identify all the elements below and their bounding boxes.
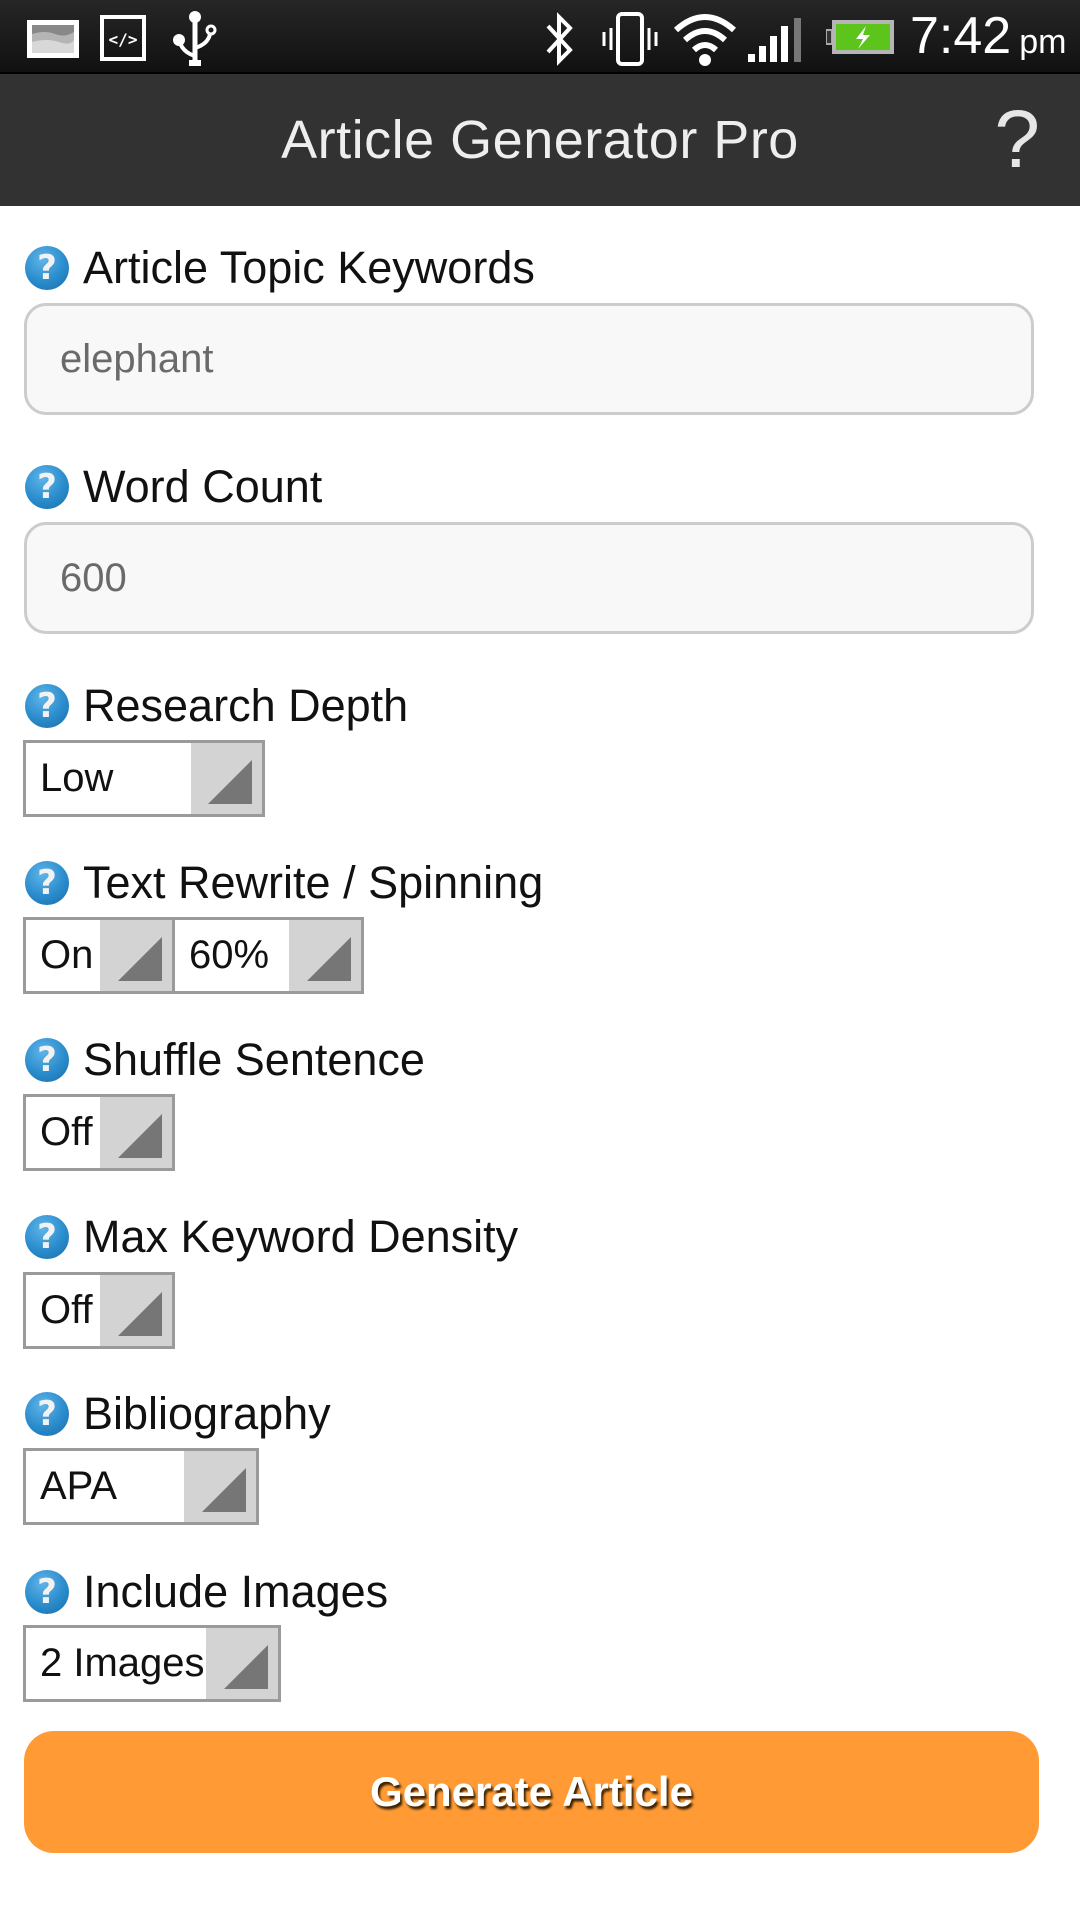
help-icon[interactable]: ? bbox=[25, 1038, 69, 1082]
keyword-density-label: ? Max Keyword Density bbox=[25, 1211, 519, 1262]
usb-icon bbox=[173, 11, 217, 66]
help-icon[interactable]: ? bbox=[25, 246, 69, 290]
battery-charging-icon bbox=[826, 20, 894, 54]
developer-code-icon: </> bbox=[100, 15, 146, 61]
research-depth-label: ? Research Depth bbox=[25, 680, 409, 731]
rewrite-percent-value: 60% bbox=[189, 933, 270, 977]
help-icon[interactable]: ? bbox=[25, 1215, 69, 1259]
gallery-notification-icon bbox=[27, 20, 79, 58]
word-count-label: ? Word Count bbox=[25, 461, 323, 512]
help-icon[interactable]: ? bbox=[25, 1392, 69, 1436]
images-select[interactable]: 2 Images bbox=[23, 1625, 281, 1702]
rewrite-toggle-value: On bbox=[40, 933, 94, 977]
status-bar: </> 7:42 pm bbox=[0, 0, 1080, 74]
dropdown-arrow-icon bbox=[184, 1451, 256, 1522]
dropdown-arrow-icon bbox=[191, 743, 262, 814]
images-label: ? Include Images bbox=[25, 1566, 389, 1617]
shuffle-label-text: Shuffle Sentence bbox=[83, 1034, 425, 1085]
shuffle-value: Off bbox=[40, 1110, 93, 1154]
status-time-value: 7:42 bbox=[910, 7, 1012, 65]
help-icon[interactable]: ? bbox=[25, 861, 69, 905]
bibliography-label-text: Bibliography bbox=[83, 1388, 331, 1439]
shuffle-select[interactable]: Off bbox=[23, 1094, 175, 1171]
dropdown-arrow-icon bbox=[100, 920, 172, 991]
rewrite-percent-select[interactable]: 60% bbox=[172, 917, 364, 994]
bibliography-select[interactable]: APA bbox=[23, 1448, 259, 1525]
generate-article-button[interactable]: Generate Article bbox=[24, 1731, 1039, 1853]
app-header: Article Generator Pro ? bbox=[0, 74, 1080, 206]
help-icon[interactable]: ? bbox=[25, 1570, 69, 1614]
rewrite-label-text: Text Rewrite / Spinning bbox=[83, 857, 544, 908]
bibliography-label: ? Bibliography bbox=[25, 1388, 331, 1439]
svg-text:</>: </> bbox=[109, 30, 138, 49]
bibliography-value: APA bbox=[40, 1464, 118, 1508]
status-time-ampm: pm bbox=[1019, 23, 1067, 61]
help-button[interactable]: ? bbox=[994, 74, 1040, 206]
wifi-icon bbox=[673, 14, 737, 66]
topic-label-text: Article Topic Keywords bbox=[83, 242, 535, 293]
images-label-text: Include Images bbox=[83, 1566, 389, 1617]
keyword-density-value: Off bbox=[40, 1288, 93, 1332]
bluetooth-icon bbox=[546, 12, 573, 66]
rewrite-toggle-select[interactable]: On bbox=[23, 917, 175, 994]
images-value: 2 Images bbox=[40, 1641, 205, 1685]
word-count-input[interactable] bbox=[24, 522, 1034, 634]
help-icon[interactable]: ? bbox=[25, 465, 69, 509]
status-time: 7:42 pm bbox=[910, 6, 1066, 66]
word-count-label-text: Word Count bbox=[83, 461, 323, 512]
shuffle-label: ? Shuffle Sentence bbox=[25, 1034, 425, 1085]
research-depth-select[interactable]: Low bbox=[23, 740, 265, 817]
page-title: Article Generator Pro bbox=[281, 110, 799, 170]
dropdown-arrow-icon bbox=[206, 1628, 278, 1699]
research-depth-value: Low bbox=[40, 756, 114, 800]
dropdown-arrow-icon bbox=[100, 1275, 172, 1346]
topic-keywords-input[interactable] bbox=[24, 303, 1034, 415]
rewrite-label: ? Text Rewrite / Spinning bbox=[25, 857, 544, 908]
dropdown-arrow-icon bbox=[289, 920, 361, 991]
vibrate-icon bbox=[602, 12, 658, 66]
help-icon[interactable]: ? bbox=[25, 684, 69, 728]
dropdown-arrow-icon bbox=[100, 1097, 172, 1168]
signal-icon bbox=[748, 18, 801, 62]
topic-label: ? Article Topic Keywords bbox=[25, 242, 535, 293]
keyword-density-label-text: Max Keyword Density bbox=[83, 1211, 519, 1262]
keyword-density-select[interactable]: Off bbox=[23, 1272, 175, 1349]
research-depth-label-text: Research Depth bbox=[83, 680, 409, 731]
